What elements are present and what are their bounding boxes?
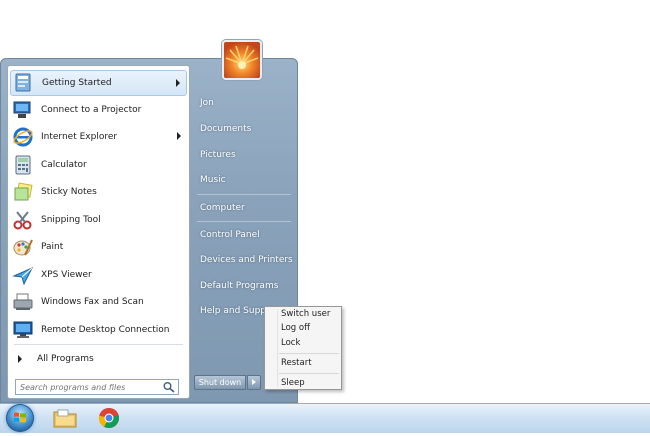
projector-icon — [13, 101, 31, 118]
right-item-devices-printers[interactable]: Devices and Printers — [194, 249, 294, 271]
menu-item-switch-user[interactable]: Switch user — [281, 309, 330, 319]
program-label: Calculator — [41, 160, 87, 170]
program-label: Internet Explorer — [41, 132, 118, 142]
right-item-pictures[interactable]: Pictures — [194, 144, 294, 166]
all-programs-label: All Programs — [37, 354, 94, 364]
windows-logo-icon — [14, 412, 26, 423]
right-item-documents[interactable]: Documents — [194, 118, 294, 140]
file-explorer-icon[interactable] — [52, 407, 78, 429]
getting-started-icon — [15, 73, 31, 92]
calculator-icon — [15, 155, 31, 175]
sticky-notes-icon — [14, 182, 33, 201]
divider — [197, 221, 291, 222]
program-label: Connect to a Projector — [41, 105, 142, 115]
start-menu: Getting Started Connect to a Projector I… — [0, 58, 298, 403]
menu-item-restart[interactable]: Restart — [281, 358, 312, 368]
right-item-music[interactable]: Music — [194, 169, 294, 191]
submenu-arrow-icon — [176, 79, 180, 87]
paint-icon — [13, 239, 33, 256]
internet-explorer-icon — [13, 127, 33, 147]
submenu-arrow-icon — [177, 132, 181, 140]
programs-pane: Getting Started Connect to a Projector I… — [7, 65, 190, 399]
remote-desktop-icon — [13, 321, 33, 338]
search-icon[interactable] — [162, 381, 176, 393]
expand-arrow-icon — [18, 355, 22, 363]
all-programs-button[interactable]: All Programs — [12, 349, 182, 369]
windows-start-orb-icon[interactable] — [6, 404, 34, 432]
right-item-control-panel[interactable]: Control Panel — [194, 224, 294, 246]
divider — [14, 344, 183, 345]
program-xps-viewer[interactable]: XPS Viewer — [10, 262, 187, 288]
divider — [197, 194, 291, 195]
program-snipping-tool[interactable]: Snipping Tool — [10, 207, 187, 233]
snipping-tool-icon — [13, 211, 32, 230]
shutdown-context-menu: Switch user Log off Lock Restart Sleep — [264, 306, 342, 390]
program-internet-explorer[interactable]: Internet Explorer — [10, 124, 187, 150]
program-label: Getting Started — [42, 78, 112, 88]
shutdown-button[interactable]: Shut down — [194, 375, 246, 390]
program-label: Remote Desktop Connection — [41, 325, 170, 335]
search-input[interactable] — [15, 379, 179, 395]
program-fax-scan[interactable]: Windows Fax and Scan — [10, 289, 187, 315]
program-label: Windows Fax and Scan — [41, 297, 144, 307]
right-item-default-programs[interactable]: Default Programs — [194, 275, 294, 297]
xps-viewer-icon — [12, 266, 34, 286]
program-label: Snipping Tool — [41, 215, 101, 225]
menu-divider — [279, 373, 339, 374]
menu-divider — [279, 353, 339, 354]
menu-item-sleep[interactable]: Sleep — [281, 378, 305, 388]
program-getting-started[interactable]: Getting Started — [10, 70, 187, 96]
flower-picture-icon — [224, 42, 260, 78]
program-calculator[interactable]: Calculator — [10, 152, 187, 178]
program-sticky-notes[interactable]: Sticky Notes — [10, 179, 187, 205]
right-item-user[interactable]: Jon — [194, 92, 294, 114]
fax-scan-icon — [13, 293, 33, 310]
program-paint[interactable]: Paint — [10, 234, 187, 260]
program-label: XPS Viewer — [41, 270, 92, 280]
chrome-icon[interactable] — [98, 407, 120, 429]
program-label: Sticky Notes — [41, 187, 97, 197]
program-label: Paint — [41, 242, 64, 252]
user-avatar[interactable] — [222, 40, 262, 80]
menu-item-lock[interactable]: Lock — [281, 338, 300, 348]
right-item-computer[interactable]: Computer — [194, 197, 294, 219]
menu-item-log-off[interactable]: Log off — [281, 323, 310, 333]
program-remote-desktop[interactable]: Remote Desktop Connection — [10, 317, 187, 343]
shutdown-options-button[interactable] — [247, 375, 261, 390]
program-connect-projector[interactable]: Connect to a Projector — [10, 97, 187, 123]
